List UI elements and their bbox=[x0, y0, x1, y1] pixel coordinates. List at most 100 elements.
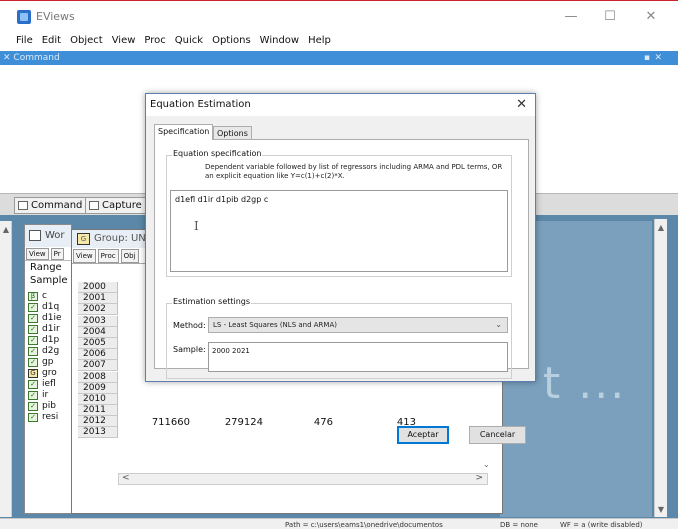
list-item[interactable]: ✓ d1p bbox=[28, 335, 71, 346]
group-icon: G bbox=[28, 369, 38, 378]
workspace-left-scrollbar[interactable]: ▲ bbox=[0, 221, 12, 517]
list-item[interactable]: βc bbox=[28, 291, 71, 302]
data-cell[interactable]: 279124 bbox=[203, 416, 263, 429]
list-item[interactable]: ✓ iefl bbox=[28, 379, 71, 390]
workfile-proc-button[interactable]: Pr bbox=[50, 248, 64, 260]
method-label: Method: bbox=[173, 321, 206, 330]
list-item[interactable]: ✓ d2g bbox=[28, 346, 71, 357]
series-icon: ✓ bbox=[28, 336, 38, 345]
pin-icon[interactable]: ▪ bbox=[644, 51, 650, 65]
command-panel-close-icon[interactable]: ✕ bbox=[654, 51, 662, 65]
menu-quick[interactable]: Quick bbox=[175, 35, 203, 46]
group-view-button[interactable]: View bbox=[73, 249, 96, 263]
year-cell: 2006 bbox=[78, 349, 118, 361]
list-item[interactable]: ✓ d1q bbox=[28, 302, 71, 313]
method-select[interactable]: LS - Least Squares (NLS and ARMA) ⌄ bbox=[208, 317, 508, 333]
coef-icon: β bbox=[28, 292, 38, 301]
workfile-view-button[interactable]: View bbox=[26, 248, 49, 260]
year-cell: 2008 bbox=[78, 371, 118, 383]
menu-view[interactable]: View bbox=[112, 35, 136, 46]
dialog-title-bar[interactable]: Equation Estimation ✕ bbox=[146, 94, 535, 116]
dialog-close-icon[interactable]: ✕ bbox=[516, 94, 527, 116]
workfile-icon bbox=[29, 230, 41, 241]
series-icon: ✓ bbox=[28, 413, 38, 422]
object-name: gro bbox=[42, 368, 57, 378]
ok-button[interactable]: Aceptar bbox=[397, 426, 449, 444]
tab-command-label: Command bbox=[31, 200, 83, 211]
tab-specification[interactable]: Specification bbox=[154, 124, 214, 140]
status-wf: WF = a (write disabled) bbox=[560, 521, 643, 529]
year-cell: 2010 bbox=[78, 393, 118, 405]
status-db: DB = none bbox=[500, 521, 538, 529]
menu-edit[interactable]: Edit bbox=[42, 35, 61, 46]
close-button[interactable]: ✕ bbox=[636, 7, 666, 27]
chevron-down-icon: ⌄ bbox=[495, 320, 502, 329]
workspace-vertical-scrollbar[interactable]: ▲ ▼ bbox=[654, 219, 667, 517]
object-name: d1p bbox=[42, 335, 60, 345]
data-cell[interactable]: 711660 bbox=[134, 416, 190, 429]
list-item[interactable]: ✓ ir bbox=[28, 390, 71, 401]
command-close-icon[interactable]: ✕ bbox=[3, 53, 13, 63]
sample-input[interactable]: 2000 2021 bbox=[208, 342, 508, 372]
status-bar: Path = c:\users\eams1\onedrive\documento… bbox=[0, 518, 678, 529]
year-cell: 2001 bbox=[78, 293, 118, 305]
year-cell: 2005 bbox=[78, 337, 118, 349]
group-horizontal-scrollbar[interactable]: < > bbox=[118, 473, 488, 485]
menu-object[interactable]: Object bbox=[70, 35, 103, 46]
year-cell: 2007 bbox=[78, 360, 118, 372]
tab-command[interactable]: Command bbox=[14, 197, 88, 214]
cancel-button[interactable]: Cancelar bbox=[469, 426, 526, 444]
series-icon: ✓ bbox=[28, 391, 38, 400]
minimize-button[interactable]: — bbox=[556, 7, 586, 27]
scroll-left-icon[interactable]: < bbox=[122, 473, 130, 483]
command-tab-icon bbox=[18, 201, 28, 210]
group-title: Group: UN bbox=[94, 233, 146, 244]
year-cell: 2000 bbox=[78, 282, 118, 293]
year-cell: 2012 bbox=[78, 416, 118, 428]
status-path: Path = c:\users\eams1\onedrive\documento… bbox=[285, 521, 443, 529]
workfile-title-bar[interactable]: Wor bbox=[25, 225, 71, 247]
scroll-up-icon[interactable]: ▲ bbox=[0, 225, 12, 234]
eviews-app-icon bbox=[17, 9, 31, 24]
menu-proc[interactable]: Proc bbox=[144, 35, 165, 46]
workfile-object-list: βc ✓ d1q ✓ d1ie ✓ d1ir ✓ d1p ✓ d2g ✓ gp Ggro ✓… bbox=[25, 291, 71, 423]
data-cell[interactable]: 476 bbox=[278, 416, 333, 429]
scroll-down-icon[interactable]: ⌄ bbox=[483, 460, 490, 469]
scroll-up-icon[interactable]: ▲ bbox=[655, 223, 667, 232]
list-item[interactable]: ✓ d1ir bbox=[28, 324, 71, 335]
workfile-title: Wor bbox=[45, 230, 65, 241]
menu-window[interactable]: Window bbox=[260, 35, 299, 46]
year-cell: 2011 bbox=[78, 405, 118, 417]
equation-specification-input[interactable]: d1efl d1ir d1pib d2gp c bbox=[170, 190, 508, 272]
maximize-button[interactable]: ☐ bbox=[595, 7, 625, 27]
eviews-window: EViews — ☐ ✕ File Edit Object View Proc … bbox=[0, 0, 678, 529]
workfile-toolbar: View Pr bbox=[25, 247, 71, 261]
year-cell: 2003 bbox=[78, 315, 118, 327]
group-proc-button[interactable]: Proc bbox=[97, 249, 119, 263]
list-item[interactable]: ✓ gp bbox=[28, 357, 71, 368]
object-name: d1ir bbox=[42, 324, 60, 334]
list-item[interactable]: ✓ pib bbox=[28, 401, 71, 412]
workfile-range: Range bbox=[30, 262, 62, 273]
scroll-right-icon[interactable]: > bbox=[475, 473, 483, 483]
command-panel-header: ✕ Command ▪ ✕ bbox=[0, 51, 678, 65]
series-icon: ✓ bbox=[28, 314, 38, 323]
object-name: d2g bbox=[42, 346, 60, 356]
list-item[interactable]: ✓ resi bbox=[28, 412, 71, 423]
scroll-down-icon[interactable]: ▼ bbox=[655, 505, 667, 514]
menu-help[interactable]: Help bbox=[308, 35, 331, 46]
tab-capture[interactable]: Capture bbox=[85, 197, 147, 214]
text-cursor-icon: I bbox=[194, 219, 199, 233]
object-name: iefl bbox=[42, 379, 56, 389]
background-text: t ... bbox=[543, 358, 627, 409]
workfile-window[interactable]: Wor View Pr Range Sample βc ✓ d1q ✓ d1ie ✓… bbox=[24, 224, 72, 514]
year-cell: 2009 bbox=[78, 382, 118, 394]
menu-file[interactable]: File bbox=[16, 35, 33, 46]
menu-options[interactable]: Options bbox=[212, 35, 251, 46]
series-icon: ✓ bbox=[28, 358, 38, 367]
object-name: d1q bbox=[42, 302, 60, 312]
list-item[interactable]: ✓ d1ie bbox=[28, 313, 71, 324]
group-object-button[interactable]: Obj bbox=[120, 249, 139, 263]
series-icon: ✓ bbox=[28, 380, 38, 389]
list-item[interactable]: Ggro bbox=[28, 368, 71, 379]
